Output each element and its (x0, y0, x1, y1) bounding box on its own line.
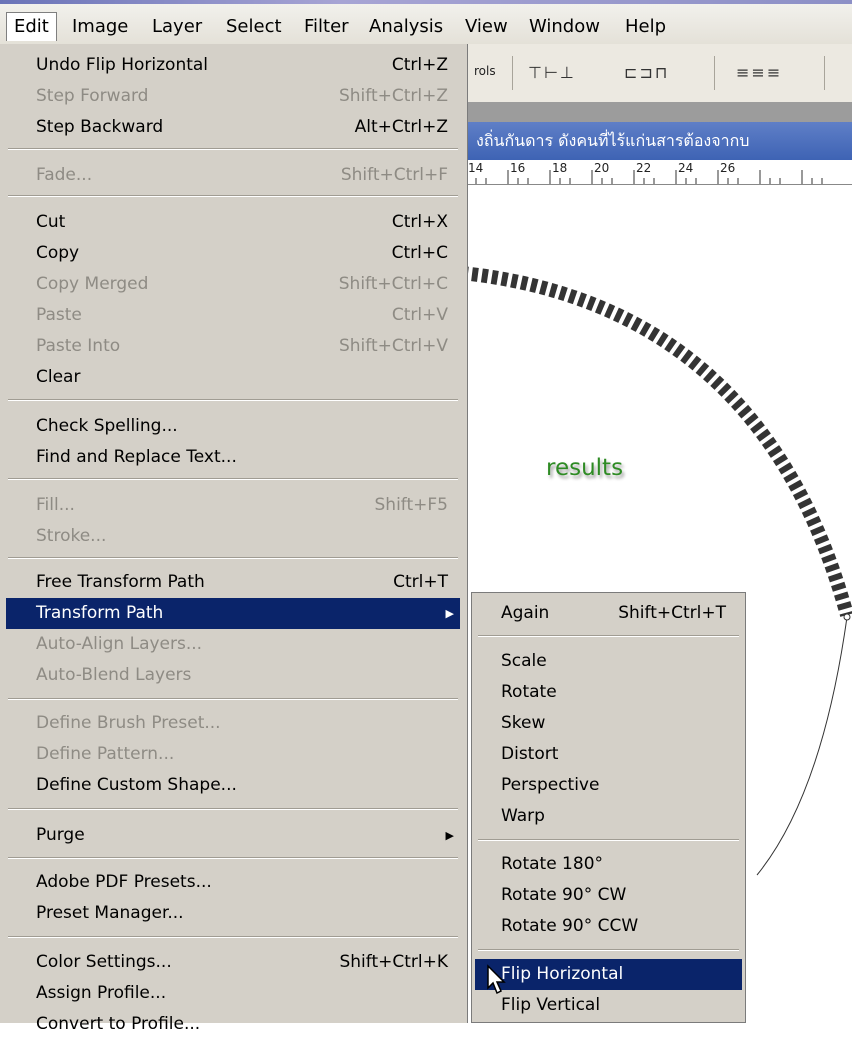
menu-separator (8, 557, 458, 559)
menu-separator (8, 857, 458, 859)
menu-item-define-custom-shape[interactable]: Define Custom Shape... (6, 770, 460, 801)
submenu-item-again[interactable]: Again Shift+Ctrl+T (475, 598, 742, 629)
menu-separator (478, 839, 739, 841)
menu-item-cut[interactable]: Cut Ctrl+X (6, 207, 460, 238)
ruler-tick-label: 22 (636, 161, 652, 175)
menu-item-define-pattern[interactable]: Define Pattern... (6, 739, 460, 770)
menu-bar: Edit Image Layer Select Filter Analysis … (0, 0, 852, 45)
ruler-tick-label: 26 (720, 161, 736, 175)
menu-help[interactable]: Help (618, 13, 673, 41)
submenu-item-rotate-90-cw[interactable]: Rotate 90° CW (475, 880, 742, 911)
menu-item-auto-blend-layers[interactable]: Auto-Blend Layers (6, 660, 460, 691)
menu-analysis[interactable]: Analysis (362, 13, 450, 41)
document-title: งถิ่นกันดาร ดังคนที่ไร้แก่นสารต้องจากบ (476, 131, 750, 150)
menu-item-purge[interactable]: Purge ▶ (6, 820, 460, 851)
menu-layer[interactable]: Layer (145, 13, 209, 41)
ruler-tick-label: 24 (678, 161, 694, 175)
menu-item-undo[interactable]: Undo Flip Horizontal Ctrl+Z (6, 50, 460, 81)
menu-separator (8, 698, 458, 700)
align-left-icon[interactable]: ⊏⊐⊓ (624, 63, 669, 82)
menu-separator (8, 148, 458, 150)
mouse-pointer-icon (487, 964, 506, 995)
submenu-item-rotate-180[interactable]: Rotate 180° (475, 849, 742, 880)
document-title-bar: งถิ่นกันดาร ดังคนที่ไร้แก่นสารต้องจากบ (462, 122, 852, 160)
menu-filter[interactable]: Filter (297, 13, 356, 41)
menu-view[interactable]: View (458, 13, 515, 41)
menu-item-stroke[interactable]: Stroke... (6, 521, 460, 552)
submenu-arrow-icon: ▶ (445, 607, 454, 620)
submenu-arrow-icon: ▶ (445, 829, 454, 842)
menu-item-preset-manager[interactable]: Preset Manager... (6, 898, 460, 929)
options-separator (824, 56, 825, 90)
menu-edit[interactable]: Edit (6, 12, 57, 41)
ruler-tick-label: 16 (510, 161, 526, 175)
menu-item-fade[interactable]: Fade... Shift+Ctrl+F (6, 160, 460, 191)
menu-separator (478, 949, 739, 951)
submenu-item-warp[interactable]: Warp (475, 801, 742, 832)
menu-separator (8, 195, 458, 197)
menu-item-paste[interactable]: Paste Ctrl+V (6, 300, 460, 331)
menu-item-free-transform-path[interactable]: Free Transform Path Ctrl+T (6, 567, 460, 598)
menu-item-transform-path[interactable]: Transform Path ▶ (6, 598, 460, 629)
menu-item-clear[interactable]: Clear (6, 362, 460, 393)
menu-item-check-spelling[interactable]: Check Spelling... (6, 411, 460, 442)
menu-separator (8, 808, 458, 810)
menu-item-paste-into[interactable]: Paste Into Shift+Ctrl+V (6, 331, 460, 362)
ruler-tick-label: 20 (594, 161, 610, 175)
menu-item-define-brush[interactable]: Define Brush Preset... (6, 708, 460, 739)
submenu-item-flip-vertical[interactable]: Flip Vertical (475, 990, 742, 1021)
menu-item-fill[interactable]: Fill... Shift+F5 (6, 490, 460, 521)
submenu-item-perspective[interactable]: Perspective (475, 770, 742, 801)
menu-separator (8, 478, 458, 480)
options-separator (714, 56, 715, 90)
menu-item-step-forward[interactable]: Step Forward Shift+Ctrl+Z (6, 81, 460, 112)
transform-path-submenu: Again Shift+Ctrl+T Scale Rotate Skew Dist… (471, 592, 746, 1023)
options-bar: rols ⊤⊢⊥ ⊏⊐⊓ ≡≡≡ (462, 44, 852, 103)
ruler-tick-label: 18 (552, 161, 568, 175)
align-top-icon[interactable]: ⊤⊢⊥ (528, 63, 576, 82)
menu-item-find-replace[interactable]: Find and Replace Text... (6, 442, 460, 473)
ruler-tick-label: 14 (468, 161, 484, 175)
menu-item-adobe-pdf-presets[interactable]: Adobe PDF Presets... (6, 867, 460, 898)
menu-item-convert-to-profile[interactable]: Convert to Profile... (6, 1009, 460, 1040)
menu-item-color-settings[interactable]: Color Settings... Shift+Ctrl+K (6, 947, 460, 978)
options-separator (512, 56, 513, 90)
submenu-item-distort[interactable]: Distort (475, 739, 742, 770)
submenu-item-flip-horizontal[interactable]: Flip Horizontal (475, 959, 742, 990)
submenu-item-rotate-90-ccw[interactable]: Rotate 90° CCW (475, 911, 742, 942)
menu-item-copy[interactable]: Copy Ctrl+C (6, 238, 460, 269)
menu-item-auto-align-layers[interactable]: Auto-Align Layers... (6, 629, 460, 660)
menu-separator (8, 399, 458, 401)
results-text: results (546, 455, 624, 481)
submenu-item-skew[interactable]: Skew (475, 708, 742, 739)
menu-window[interactable]: Window (522, 13, 607, 41)
distribute-icon[interactable]: ≡≡≡ (736, 63, 782, 82)
horizontal-ruler: 14 16 18 20 22 24 26 (462, 160, 852, 185)
window-frame-top (0, 0, 852, 4)
submenu-item-rotate[interactable]: Rotate (475, 677, 742, 708)
menu-select[interactable]: Select (219, 13, 289, 41)
menu-image[interactable]: Image (65, 13, 135, 41)
menu-item-step-backward[interactable]: Step Backward Alt+Ctrl+Z (6, 112, 460, 143)
options-bar-label: rols (474, 64, 496, 78)
menu-separator (478, 635, 739, 637)
edit-menu: Undo Flip Horizontal Ctrl+Z Step Forward S… (0, 44, 468, 1034)
menu-item-copy-merged[interactable]: Copy Merged Shift+Ctrl+C (6, 269, 460, 300)
menu-separator (8, 936, 458, 938)
panel-divider (462, 102, 852, 122)
menu-item-assign-profile[interactable]: Assign Profile... (6, 978, 460, 1009)
submenu-item-scale[interactable]: Scale (475, 646, 742, 677)
